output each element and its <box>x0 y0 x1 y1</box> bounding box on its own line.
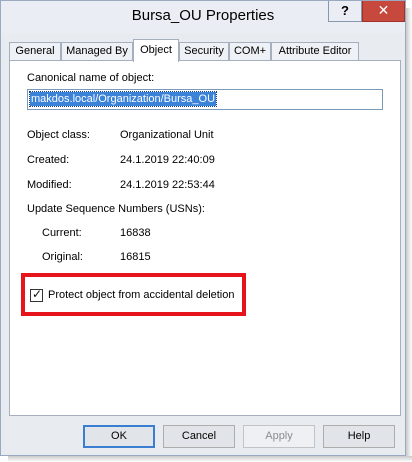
tab-attribute-editor[interactable]: Attribute Editor <box>271 42 359 61</box>
ok-button[interactable]: OK <box>83 425 155 448</box>
tab-general[interactable]: General <box>9 42 61 61</box>
protect-checkbox[interactable]: ✓ <box>30 287 43 302</box>
tab-object[interactable]: Object <box>133 39 179 62</box>
usn-original-value: 16815 <box>120 251 151 263</box>
tab-com-plus[interactable]: COM+ <box>229 42 271 61</box>
canonical-name-label: Canonical name of object: <box>27 72 155 84</box>
close-icon[interactable]: ✕ <box>362 1 405 22</box>
tab-strip: General Managed By Object Security COM+ … <box>9 39 401 62</box>
object-class-label: Object class: <box>27 129 90 141</box>
protect-label[interactable]: Protect object from accidental deletion <box>48 289 235 301</box>
checkmark-icon: ✓ <box>32 287 43 301</box>
object-tab-panel: Canonical name of object: makdos.local/O… <box>9 60 401 416</box>
modified-label: Modified: <box>27 179 72 191</box>
apply-button[interactable]: Apply <box>243 425 315 448</box>
title-bar[interactable]: Bursa_OU Properties ? ✕ <box>1 1 405 33</box>
help-icon-button[interactable]: ? <box>328 1 362 22</box>
canonical-name-value: makdos.local/Organization/Bursa_OU <box>28 91 218 107</box>
usn-current-value: 16838 <box>120 227 151 239</box>
canonical-name-field[interactable]: makdos.local/Organization/Bursa_OU <box>27 89 383 110</box>
created-value: 24.1.2019 22:40:09 <box>120 154 215 166</box>
properties-dialog: Bursa_OU Properties ? ✕ General Managed … <box>0 0 406 456</box>
usn-label: Update Sequence Numbers (USNs): <box>27 203 205 215</box>
modified-value: 24.1.2019 22:53:44 <box>120 179 215 191</box>
usn-original-label: Original: <box>42 251 83 263</box>
tab-security[interactable]: Security <box>179 42 229 61</box>
cancel-button[interactable]: Cancel <box>163 425 235 448</box>
object-class-value: Organizational Unit <box>120 129 214 141</box>
tab-managed-by[interactable]: Managed By <box>61 42 133 61</box>
created-label: Created: <box>27 154 70 166</box>
usn-current-label: Current: <box>42 227 82 239</box>
window-shadow-right <box>406 8 412 462</box>
help-button[interactable]: Help <box>323 425 395 448</box>
window-shadow-bottom <box>8 456 412 462</box>
